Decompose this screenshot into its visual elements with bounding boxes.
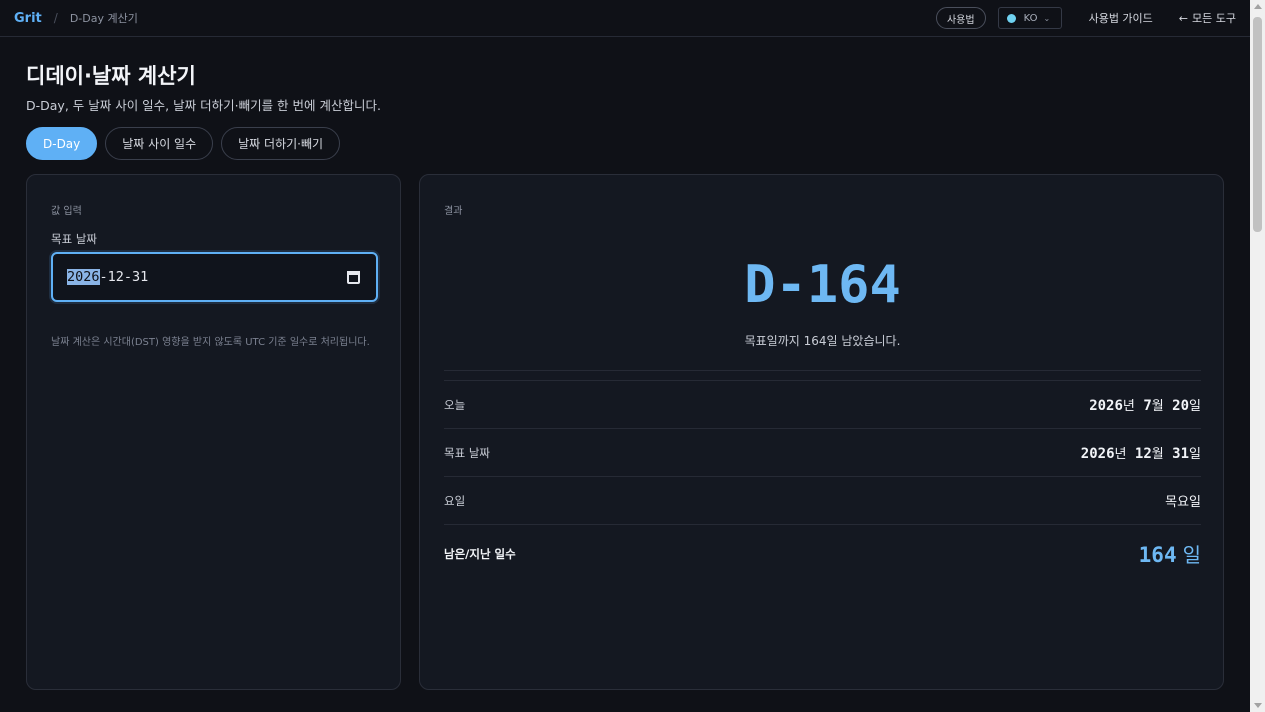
date-year-segment[interactable]: 2026	[67, 269, 100, 285]
globe-icon	[1006, 13, 1016, 23]
weekday-value: 목요일	[1165, 495, 1201, 510]
calendar-icon[interactable]	[347, 271, 360, 284]
days-total-value: 164 일	[1138, 543, 1201, 567]
dday-description: 목표일까지 164일 남았습니다.	[744, 334, 901, 348]
target-date-row-label: 목표 날짜	[444, 445, 490, 460]
usage-guide-link[interactable]: 사용법 가이드	[1089, 10, 1153, 26]
page-title: 디데이·날짜 계산기	[26, 64, 196, 88]
tab-dday[interactable]: D-Day	[26, 127, 98, 160]
result-card-label: 결과	[444, 206, 463, 217]
breadcrumb: D-Day 계산기	[69, 12, 138, 25]
weekday-row: 요일 목요일	[444, 476, 1201, 524]
language-value: KO	[1023, 12, 1038, 24]
brand-logo[interactable]: Grit	[14, 11, 42, 26]
chevron-down-icon: ⌄	[1043, 13, 1051, 23]
scroll-down-icon[interactable]	[1254, 703, 1262, 708]
result-rows: 오늘 2026년 7월 20일 목표 날짜 2026년 12월 31일 요일 목…	[444, 380, 1201, 582]
all-tools-label: 모든 도구	[1192, 12, 1236, 25]
result-card: 결과 D-164 목표일까지 164일 남았습니다. 오늘 2026년 7월 2…	[419, 174, 1224, 690]
scroll-up-icon[interactable]	[1254, 4, 1262, 9]
date-rest-segment[interactable]: -12-31	[100, 269, 149, 285]
divider	[444, 370, 1201, 371]
tab-days-between[interactable]: 날짜 사이 일수	[105, 127, 214, 160]
all-tools-link[interactable]: ← 모든 도구	[1179, 10, 1236, 26]
today-row: 오늘 2026년 7월 20일	[444, 380, 1201, 428]
utc-note: 날짜 계산은 시간대(DST) 영향을 받지 않도록 UTC 기준 일수로 처리…	[51, 337, 370, 348]
input-card: 값 입력 목표 날짜 2026 -12-31 날짜 계산은 시간대(DST) 영향…	[26, 174, 401, 690]
page-subtitle: D-Day, 두 날짜 사이 일수, 날짜 더하기·빼기를 한 번에 계산합니다…	[26, 98, 381, 113]
target-date-row: 목표 날짜 2026년 12월 31일	[444, 428, 1201, 476]
input-card-label: 값 입력	[51, 206, 82, 217]
target-date-value: 2026년 12월 31일	[1080, 446, 1201, 462]
usage-button[interactable]: 사용법	[935, 7, 986, 29]
page-scrollbar[interactable]	[1250, 0, 1265, 712]
language-select[interactable]: KO ⌄	[997, 7, 1062, 29]
target-date-input[interactable]: 2026 -12-31	[51, 252, 378, 302]
breadcrumb-separator: /	[53, 11, 58, 25]
today-value: 2026년 7월 20일	[1089, 398, 1201, 414]
target-date-label: 목표 날짜	[51, 232, 97, 246]
today-label: 오늘	[444, 397, 466, 412]
top-bar-actions: 사용법 KO ⌄ 사용법 가이드 ← 모든 도구	[935, 7, 1236, 29]
tab-add-subtract[interactable]: 날짜 더하기·빼기	[221, 127, 341, 160]
days-total-row: 남은/지난 일수 164 일	[444, 524, 1201, 582]
top-bar: Grit / D-Day 계산기 사용법 KO ⌄ 사용법 가이드 ← 모든 도구	[0, 0, 1250, 37]
scroll-thumb[interactable]	[1253, 17, 1262, 232]
weekday-label: 요일	[444, 493, 466, 508]
dday-value: D-164	[744, 255, 901, 315]
days-total-label: 남은/지난 일수	[444, 546, 516, 561]
arrow-left-icon: ←	[1178, 12, 1189, 25]
mode-tabs: D-Day 날짜 사이 일수 날짜 더하기·빼기	[26, 127, 348, 160]
